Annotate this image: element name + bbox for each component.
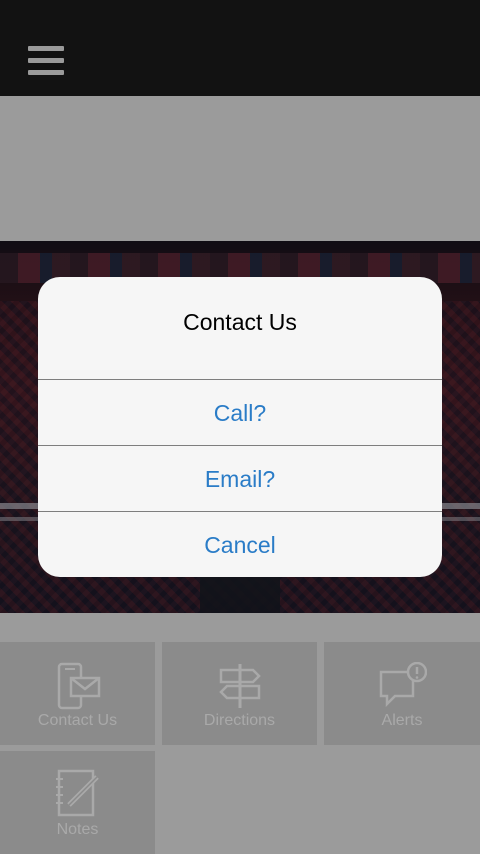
dialog-title: Contact Us: [183, 309, 297, 335]
contact-us-dialog: Contact Us Call? Email? Cancel: [38, 277, 442, 577]
call-button[interactable]: Call?: [38, 379, 442, 445]
email-button[interactable]: Email?: [38, 445, 442, 511]
cancel-button[interactable]: Cancel: [38, 511, 442, 577]
